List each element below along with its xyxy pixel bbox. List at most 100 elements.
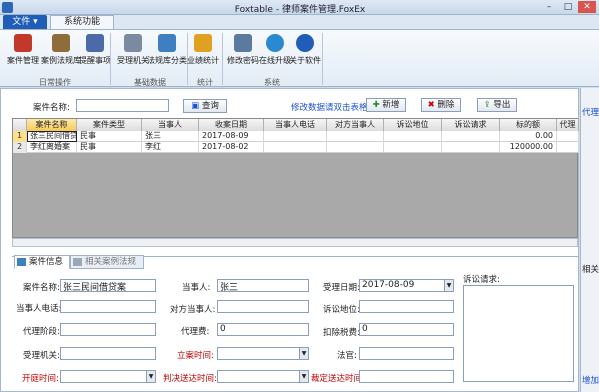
table-cell[interactable]: 2017-08-02 bbox=[199, 142, 264, 153]
performance-stats-button[interactable]: 业绩统计 bbox=[182, 32, 224, 74]
column-header[interactable]: 当事人电话 bbox=[264, 119, 327, 131]
chevron-down-icon[interactable]: ▼ bbox=[299, 371, 308, 382]
fee-label: 代理费: bbox=[181, 327, 210, 337]
file-menu-button[interactable]: 文件 ▾ bbox=[3, 15, 47, 29]
table-row[interactable]: 2 李红离婚案 民事 李红 2017-08-02 120000.00 bbox=[13, 142, 579, 153]
group-system: 系统 bbox=[264, 78, 280, 87]
query-button[interactable]: ▣ 查询 bbox=[183, 99, 227, 113]
table-cell[interactable] bbox=[557, 142, 579, 153]
tag-icon bbox=[73, 258, 82, 266]
search-input[interactable] bbox=[76, 99, 169, 112]
case-management-button[interactable]: 案件管理 bbox=[2, 32, 44, 74]
table-cell[interactable]: 民事 bbox=[77, 142, 142, 153]
fee-value: 0 bbox=[220, 324, 226, 334]
table-cell[interactable]: 2017-08-09 bbox=[199, 131, 264, 142]
title-bar: Foxtable - 律师案件管理.FoxEx – □ ✕ bbox=[0, 0, 599, 15]
edit-hint: 修改数据请双击表格 bbox=[291, 103, 368, 113]
table-cell[interactable] bbox=[384, 142, 442, 153]
column-header[interactable]: 代理 bbox=[557, 119, 579, 131]
minimize-button[interactable]: – bbox=[540, 1, 558, 13]
filing-time-label: 立案时间: bbox=[177, 351, 214, 361]
table-cell[interactable]: 李红 bbox=[142, 142, 199, 153]
column-header[interactable]: 标的额 bbox=[500, 119, 557, 131]
judge-field[interactable] bbox=[359, 347, 454, 360]
table-cell[interactable]: 120000.00 bbox=[500, 142, 557, 153]
table-cell[interactable] bbox=[384, 131, 442, 142]
claim-label: 诉讼请求: bbox=[463, 275, 500, 285]
judgment-label: 判决送达时间: bbox=[163, 374, 217, 384]
case-law-library-icon bbox=[52, 34, 70, 52]
table-cell[interactable] bbox=[442, 131, 500, 142]
tab-system-functions[interactable]: 系统功能 bbox=[50, 15, 114, 29]
delete-button[interactable]: ✖ 删除 bbox=[421, 98, 461, 112]
column-header[interactable]: 当事人 bbox=[142, 119, 199, 131]
close-button[interactable]: ✕ bbox=[578, 1, 596, 13]
tax-label: 扣除税费: bbox=[323, 328, 360, 338]
column-header[interactable]: 收案日期 bbox=[199, 119, 264, 131]
grid-icon bbox=[124, 34, 142, 52]
filing-time-picker[interactable]: ▼ bbox=[217, 347, 309, 360]
chevron-down-icon[interactable]: ▼ bbox=[299, 348, 308, 359]
column-header[interactable]: 诉讼请求 bbox=[442, 119, 500, 131]
tax-field[interactable]: 0 bbox=[359, 323, 454, 336]
column-header[interactable]: 案件类型 bbox=[77, 119, 142, 131]
agency-field[interactable] bbox=[60, 347, 156, 360]
about-software-button[interactable]: 关于软件 bbox=[284, 32, 326, 74]
horizontal-scrollbar[interactable] bbox=[12, 238, 578, 247]
group-daily-ops: 日常操作 bbox=[39, 78, 71, 87]
tax-value: 0 bbox=[362, 324, 368, 334]
ribbon-separator bbox=[110, 33, 111, 85]
party-value: 张三 bbox=[220, 283, 239, 293]
hearing-picker[interactable]: ▼ bbox=[60, 370, 156, 383]
chevron-down-icon[interactable]: ▼ bbox=[146, 371, 155, 382]
opponent-field[interactable] bbox=[217, 300, 309, 313]
column-header[interactable]: 案件名称 bbox=[27, 119, 77, 131]
column-header[interactable]: 诉讼地位 bbox=[384, 119, 442, 131]
export-label: 导出 bbox=[493, 100, 511, 110]
party-phone-label: 当事人电话: bbox=[16, 304, 62, 314]
ruling-label: 裁定送达时间: bbox=[311, 374, 365, 384]
table-cell[interactable]: 民事 bbox=[77, 131, 142, 142]
status-field[interactable] bbox=[359, 300, 454, 313]
new-button[interactable]: ✚ 新增 bbox=[366, 98, 406, 112]
judgment-picker[interactable]: ▼ bbox=[217, 370, 309, 383]
case-table[interactable]: 案件名称 案件类型 当事人 收案日期 当事人电话 对方当事人 诉讼地位 诉讼请求… bbox=[12, 118, 579, 238]
bar-chart-icon bbox=[194, 34, 212, 52]
judge-label: 法官: bbox=[337, 351, 357, 361]
maximize-button[interactable]: □ bbox=[559, 1, 577, 13]
add-link[interactable]: 增加 bbox=[582, 374, 599, 386]
row-number: 2 bbox=[13, 142, 27, 153]
case-name-field[interactable]: 张三民间借贷案 bbox=[60, 279, 156, 293]
table-cell[interactable] bbox=[327, 142, 384, 153]
table-cell[interactable]: 张三民间借贷案 bbox=[27, 131, 77, 142]
ruling-field[interactable] bbox=[359, 370, 454, 383]
fee-field[interactable]: 0 bbox=[217, 323, 309, 336]
table-cell[interactable] bbox=[442, 142, 500, 153]
claim-textarea[interactable] bbox=[463, 285, 574, 382]
table-row[interactable]: 1 张三民间借贷案 民事 张三 2017-08-09 0.00 bbox=[13, 131, 579, 142]
table-cell[interactable] bbox=[264, 131, 327, 142]
accept-date-picker[interactable]: 2017-08-09 ▼ bbox=[359, 279, 454, 292]
table-cell[interactable] bbox=[557, 131, 579, 142]
ribbon-separator bbox=[322, 33, 323, 85]
table-cell[interactable]: 0.00 bbox=[500, 131, 557, 142]
table-cell[interactable]: 张三 bbox=[142, 131, 199, 142]
related-docs-label: 相关文 bbox=[582, 265, 599, 275]
stage-field[interactable] bbox=[60, 323, 156, 336]
party-phone-field[interactable] bbox=[60, 300, 156, 313]
party-field[interactable]: 张三 bbox=[217, 279, 309, 293]
chevron-down-icon[interactable]: ▼ bbox=[444, 280, 453, 291]
search-label: 案件名称: bbox=[33, 103, 70, 113]
table-cell[interactable] bbox=[327, 131, 384, 142]
calendar-icon bbox=[86, 34, 104, 52]
accept-date-value: 2017-08-09 bbox=[362, 280, 415, 290]
table-cell[interactable]: 李红离婚案 bbox=[27, 142, 77, 153]
column-header[interactable]: 对方当事人 bbox=[327, 119, 384, 131]
table-cell[interactable] bbox=[264, 142, 327, 153]
agency-label: 受理机关: bbox=[23, 351, 60, 361]
export-button[interactable]: ⇪ 导出 bbox=[477, 98, 517, 112]
status-label: 诉讼地位: bbox=[323, 305, 360, 315]
refresh-icon bbox=[266, 34, 284, 52]
delete-label: 删除 bbox=[437, 100, 455, 110]
tab-related-laws-label: 相关案例法规 bbox=[85, 257, 137, 267]
